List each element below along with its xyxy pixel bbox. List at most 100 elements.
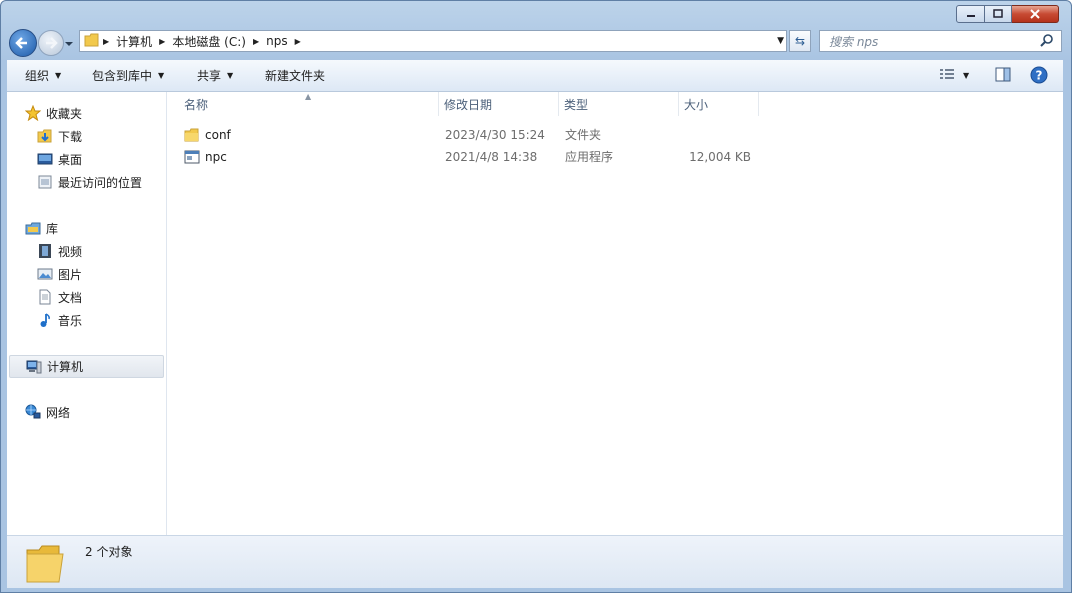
details-pane: 2 个对象 bbox=[7, 535, 1063, 588]
sidebar-item-favorites[interactable]: 收藏夹 bbox=[24, 103, 83, 123]
recent-pages-button[interactable] bbox=[64, 38, 74, 48]
back-button[interactable] bbox=[9, 29, 37, 57]
address-dropdown-icon[interactable]: ▼ bbox=[777, 36, 784, 46]
refresh-icon: ⇆ bbox=[794, 34, 806, 48]
maximize-button[interactable] bbox=[985, 5, 1012, 23]
document-icon bbox=[37, 289, 53, 305]
navigation-pane: 收藏夹 下载 桌面 最近访问的位置 库 视频 图片 文档 音乐 计算机 网络 bbox=[7, 92, 167, 535]
sidebar-item-label: 视频 bbox=[58, 244, 83, 259]
help-button[interactable]: ? bbox=[1030, 66, 1048, 84]
sidebar-item-label: 音乐 bbox=[58, 313, 83, 328]
sidebar-item-label: 最近访问的位置 bbox=[58, 175, 143, 190]
address-bar[interactable]: ▶ 计算机 ▶ 本地磁盘 (C:) ▶ nps ▶ ▼ bbox=[79, 30, 787, 52]
column-header-size[interactable]: 大小 bbox=[679, 92, 759, 116]
video-icon bbox=[37, 243, 53, 259]
column-header-name[interactable]: 名称 bbox=[167, 92, 439, 116]
sidebar-item-music[interactable]: 音乐 bbox=[37, 310, 82, 330]
title-bar bbox=[1, 1, 1071, 27]
column-header-label: 修改日期 bbox=[444, 97, 493, 112]
sidebar-item-label: 网络 bbox=[46, 405, 71, 420]
breadcrumb-separator[interactable]: ▶ bbox=[292, 37, 304, 46]
arrow-left-icon bbox=[15, 37, 27, 49]
file-modified: 2021/4/8 14:38 bbox=[445, 150, 538, 164]
close-button[interactable] bbox=[1012, 5, 1059, 23]
computer-icon bbox=[26, 359, 42, 375]
breadcrumb-local-disk[interactable]: 本地磁盘 (C:) bbox=[168, 31, 250, 51]
sidebar-item-libraries[interactable]: 库 bbox=[25, 218, 58, 238]
breadcrumb-separator[interactable]: ▶ bbox=[250, 37, 262, 46]
help-icon: ? bbox=[1030, 66, 1048, 84]
organize-label: 组织 bbox=[25, 69, 50, 83]
sidebar-item-label: 库 bbox=[46, 221, 59, 236]
details-view-icon bbox=[940, 69, 954, 79]
sidebar-item-network[interactable]: 网络 bbox=[25, 402, 70, 422]
breadcrumb-separator[interactable]: ▶ bbox=[100, 37, 112, 46]
sidebar-item-label: 桌面 bbox=[58, 152, 83, 167]
search-input[interactable]: 搜索 nps bbox=[820, 33, 1039, 50]
new-folder-label: 新建文件夹 bbox=[265, 69, 326, 83]
minimize-button[interactable] bbox=[956, 5, 985, 23]
file-size bbox=[685, 125, 751, 146]
chevron-down-icon: ▼ bbox=[158, 71, 165, 80]
file-type: 应用程序 bbox=[565, 150, 614, 164]
file-name: npc bbox=[205, 150, 227, 164]
sidebar-item-recent-places[interactable]: 最近访问的位置 bbox=[37, 172, 142, 192]
view-options-button[interactable]: ▼ bbox=[939, 68, 969, 82]
share-menu[interactable]: 共享 ▼ bbox=[197, 67, 233, 84]
sidebar-item-desktop[interactable]: 桌面 bbox=[37, 149, 82, 169]
share-label: 共享 bbox=[197, 69, 222, 83]
svg-text:?: ? bbox=[1036, 69, 1043, 83]
chevron-down-icon: ▼ bbox=[227, 71, 234, 80]
sidebar-item-computer[interactable]: 计算机 bbox=[9, 355, 164, 378]
forward-button[interactable] bbox=[38, 30, 64, 56]
sidebar-item-label: 图片 bbox=[58, 267, 83, 282]
file-modified: 2023/4/30 15:24 bbox=[445, 128, 545, 142]
breadcrumb-computer[interactable]: 计算机 bbox=[112, 31, 156, 51]
minimize-icon bbox=[966, 15, 975, 17]
music-icon bbox=[37, 312, 53, 328]
column-header-type[interactable]: 类型 bbox=[559, 92, 679, 116]
breadcrumb-nps[interactable]: nps bbox=[262, 31, 291, 51]
star-icon bbox=[24, 104, 42, 122]
folder-icon bbox=[84, 32, 100, 51]
chevron-down-icon: ▼ bbox=[963, 70, 970, 80]
sidebar-item-downloads[interactable]: 下载 bbox=[37, 126, 82, 146]
file-name: conf bbox=[205, 128, 231, 142]
sidebar-item-documents[interactable]: 文档 bbox=[37, 287, 82, 307]
close-icon bbox=[1030, 9, 1040, 19]
preview-pane-button[interactable] bbox=[995, 67, 1011, 82]
column-header-label: 大小 bbox=[684, 97, 709, 112]
recent-places-icon bbox=[37, 174, 53, 190]
sidebar-item-videos[interactable]: 视频 bbox=[37, 241, 82, 261]
file-row[interactable]: npc 2021/4/8 14:38 应用程序 12,004 KB bbox=[167, 147, 767, 168]
preview-pane-icon bbox=[995, 67, 1011, 82]
sidebar-item-label: 文档 bbox=[58, 290, 83, 305]
desktop-icon bbox=[37, 151, 53, 167]
search-box[interactable]: 搜索 nps bbox=[819, 30, 1062, 52]
file-list: 名称 ▲ 修改日期 类型 大小 conf 2023/4/30 15:24 文件夹 bbox=[167, 92, 1063, 535]
item-count: 2 个对象 bbox=[85, 545, 133, 559]
refresh-button[interactable]: ⇆ bbox=[789, 30, 811, 52]
organize-menu[interactable]: 组织 ▼ bbox=[25, 67, 61, 84]
sidebar-item-label: 下载 bbox=[58, 129, 83, 144]
column-header-label: 名称 bbox=[184, 97, 209, 112]
file-size: 12,004 KB bbox=[689, 150, 751, 164]
folder-large-icon bbox=[25, 542, 65, 587]
explorer-window: ▶ 计算机 ▶ 本地磁盘 (C:) ▶ nps ▶ ▼ ⇆ 搜索 nps 组织 ▼… bbox=[0, 0, 1072, 593]
search-icon[interactable] bbox=[1039, 33, 1055, 49]
exe-icon bbox=[184, 149, 200, 170]
command-bar: 组织 ▼ 包含到库中 ▼ 共享 ▼ 新建文件夹 ▼ ? bbox=[7, 60, 1063, 92]
sidebar-item-pictures[interactable]: 图片 bbox=[37, 264, 82, 284]
breadcrumb-separator[interactable]: ▶ bbox=[156, 37, 168, 46]
sort-ascending-icon: ▲ bbox=[305, 92, 312, 101]
sidebar-item-label: 收藏夹 bbox=[46, 106, 83, 121]
sidebar-item-label: 计算机 bbox=[47, 360, 84, 374]
new-folder-button[interactable]: 新建文件夹 bbox=[265, 67, 325, 84]
downloads-icon bbox=[37, 128, 53, 144]
include-in-library-menu[interactable]: 包含到库中 ▼ bbox=[92, 67, 164, 84]
arrow-right-icon bbox=[46, 37, 58, 49]
content-area: 收藏夹 下载 桌面 最近访问的位置 库 视频 图片 文档 音乐 计算机 网络 名… bbox=[7, 92, 1063, 535]
file-row[interactable]: conf 2023/4/30 15:24 文件夹 bbox=[167, 125, 767, 146]
chevron-down-icon: ▼ bbox=[55, 71, 62, 80]
column-header-modified[interactable]: 修改日期 bbox=[439, 92, 559, 116]
